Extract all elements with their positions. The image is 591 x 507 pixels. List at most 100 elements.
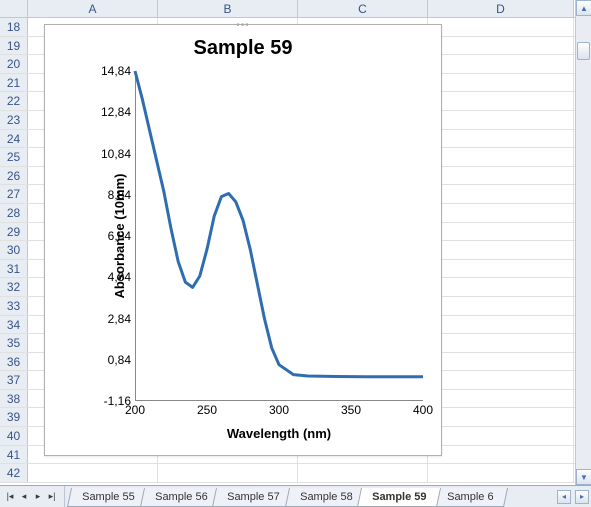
y-tick-label: -1,16 xyxy=(87,394,131,408)
cell[interactable] xyxy=(158,464,298,482)
x-tick-label: 300 xyxy=(269,403,289,417)
chart-title: Sample 59 xyxy=(45,37,441,60)
row-header[interactable]: 21 xyxy=(0,74,28,92)
embedded-chart[interactable]: ••• Sample 59 Absorbance (10mm) Waveleng… xyxy=(44,24,442,456)
cell[interactable] xyxy=(428,111,574,129)
row-header[interactable]: 34 xyxy=(0,316,28,334)
cell[interactable] xyxy=(428,464,574,482)
cell[interactable] xyxy=(428,148,574,166)
cell[interactable] xyxy=(428,334,574,352)
x-axis-label: Wavelength (nm) xyxy=(135,426,423,441)
sheet-tab[interactable]: Sample 6 xyxy=(432,488,509,507)
row-header[interactable]: 33 xyxy=(0,297,28,315)
cell[interactable] xyxy=(428,297,574,315)
y-tick-label: 8,84 xyxy=(87,188,131,202)
spreadsheet-grid: A B C D 18192021222324252627282930313233… xyxy=(0,0,575,485)
scroll-up-button[interactable]: ▲ xyxy=(576,0,591,16)
column-header-B[interactable]: B xyxy=(158,0,298,17)
cell[interactable] xyxy=(428,446,574,464)
cell[interactable] xyxy=(428,92,574,110)
grid-row: 42 xyxy=(0,464,575,483)
row-header[interactable]: 36 xyxy=(0,353,28,371)
cell[interactable] xyxy=(298,464,428,482)
scroll-down-button[interactable]: ▼ xyxy=(576,469,591,485)
row-header[interactable]: 22 xyxy=(0,92,28,110)
column-header-A[interactable]: A xyxy=(28,0,158,17)
hscroll-left[interactable]: ◂ xyxy=(557,490,571,504)
x-tick-label: 350 xyxy=(341,403,361,417)
tab-nav-next[interactable]: ▸ xyxy=(32,490,44,504)
cell[interactable] xyxy=(428,278,574,296)
resize-handle-top[interactable]: ••• xyxy=(236,20,250,31)
sheet-tab[interactable]: Sample 56 xyxy=(140,488,223,507)
row-header[interactable]: 28 xyxy=(0,204,28,222)
sheet-tab-label: Sample 55 xyxy=(82,491,135,503)
row-header[interactable]: 37 xyxy=(0,371,28,389)
x-tick-label: 400 xyxy=(413,403,433,417)
hscroll-right[interactable]: ▸ xyxy=(575,490,589,504)
cell[interactable] xyxy=(28,464,158,482)
row-header[interactable]: 24 xyxy=(0,130,28,148)
cell[interactable] xyxy=(428,74,574,92)
scroll-track[interactable] xyxy=(576,16,591,469)
sheet-tab-strip: |◂ ◂ ▸ ▸| Sample 55Sample 56Sample 57Sam… xyxy=(0,485,591,507)
cell[interactable] xyxy=(428,204,574,222)
row-header[interactable]: 42 xyxy=(0,464,28,482)
row-header[interactable]: 31 xyxy=(0,260,28,278)
column-header-D[interactable]: D xyxy=(428,0,574,17)
cell[interactable] xyxy=(428,37,574,55)
sheet-tabs: Sample 55 Sample 56 Sample 57Sample 58 Samp… xyxy=(65,486,555,507)
tab-nav-buttons: |◂ ◂ ▸ ▸| xyxy=(0,486,65,507)
series-line xyxy=(135,71,423,377)
vertical-scrollbar[interactable]: ▲ ▼ xyxy=(575,0,591,485)
row-header[interactable]: 20 xyxy=(0,55,28,73)
cell[interactable] xyxy=(428,353,574,371)
cell[interactable] xyxy=(428,390,574,408)
column-header-C[interactable]: C xyxy=(298,0,428,17)
tab-nav-prev[interactable]: ◂ xyxy=(18,490,30,504)
row-header[interactable]: 35 xyxy=(0,334,28,352)
cell[interactable] xyxy=(428,130,574,148)
cell[interactable] xyxy=(428,18,574,36)
row-header[interactable]: 25 xyxy=(0,148,28,166)
row-header[interactable]: 38 xyxy=(0,390,28,408)
hscroll-group-right: ▸ xyxy=(573,486,591,507)
cell[interactable] xyxy=(428,371,574,389)
row-header[interactable]: 26 xyxy=(0,167,28,185)
cell[interactable] xyxy=(428,427,574,445)
y-tick-label: 4,84 xyxy=(87,270,131,284)
cell[interactable] xyxy=(428,223,574,241)
sheet-tab[interactable]: Sample 57 xyxy=(212,488,295,507)
corner-cell[interactable] xyxy=(0,0,28,17)
row-header[interactable]: 27 xyxy=(0,185,28,203)
row-header[interactable]: 29 xyxy=(0,223,28,241)
column-header-row: A B C D xyxy=(0,0,575,18)
cell[interactable] xyxy=(428,55,574,73)
row-header[interactable]: 23 xyxy=(0,111,28,129)
row-header[interactable]: 30 xyxy=(0,241,28,259)
tab-nav-last[interactable]: ▸| xyxy=(46,490,58,504)
y-tick-label: 12,84 xyxy=(87,105,131,119)
y-tick-label: 14,84 xyxy=(87,64,131,78)
sheet-tab[interactable]: Sample 58 xyxy=(285,488,368,507)
cell[interactable] xyxy=(428,316,574,334)
cell[interactable] xyxy=(428,167,574,185)
scroll-thumb[interactable] xyxy=(577,42,590,60)
row-header[interactable]: 19 xyxy=(0,37,28,55)
row-header[interactable]: 39 xyxy=(0,408,28,426)
cell[interactable] xyxy=(428,185,574,203)
x-tick-label: 250 xyxy=(197,403,217,417)
sheet-tab-label: Sample 59 xyxy=(372,491,426,503)
sheet-tab[interactable]: Sample 55 xyxy=(67,488,150,507)
sheet-tab[interactable]: Sample 59 xyxy=(357,488,441,507)
row-header[interactable]: 18 xyxy=(0,18,28,36)
cell[interactable] xyxy=(428,241,574,259)
plot-area: Absorbance (10mm) Wavelength (nm) 200250… xyxy=(135,71,423,401)
tab-nav-first[interactable]: |◂ xyxy=(4,490,16,504)
cell[interactable] xyxy=(428,408,574,426)
row-header[interactable]: 32 xyxy=(0,278,28,296)
cell[interactable] xyxy=(428,260,574,278)
row-header[interactable]: 40 xyxy=(0,427,28,445)
sheet-tab-label: Sample 56 xyxy=(155,491,208,503)
row-header[interactable]: 41 xyxy=(0,446,28,464)
